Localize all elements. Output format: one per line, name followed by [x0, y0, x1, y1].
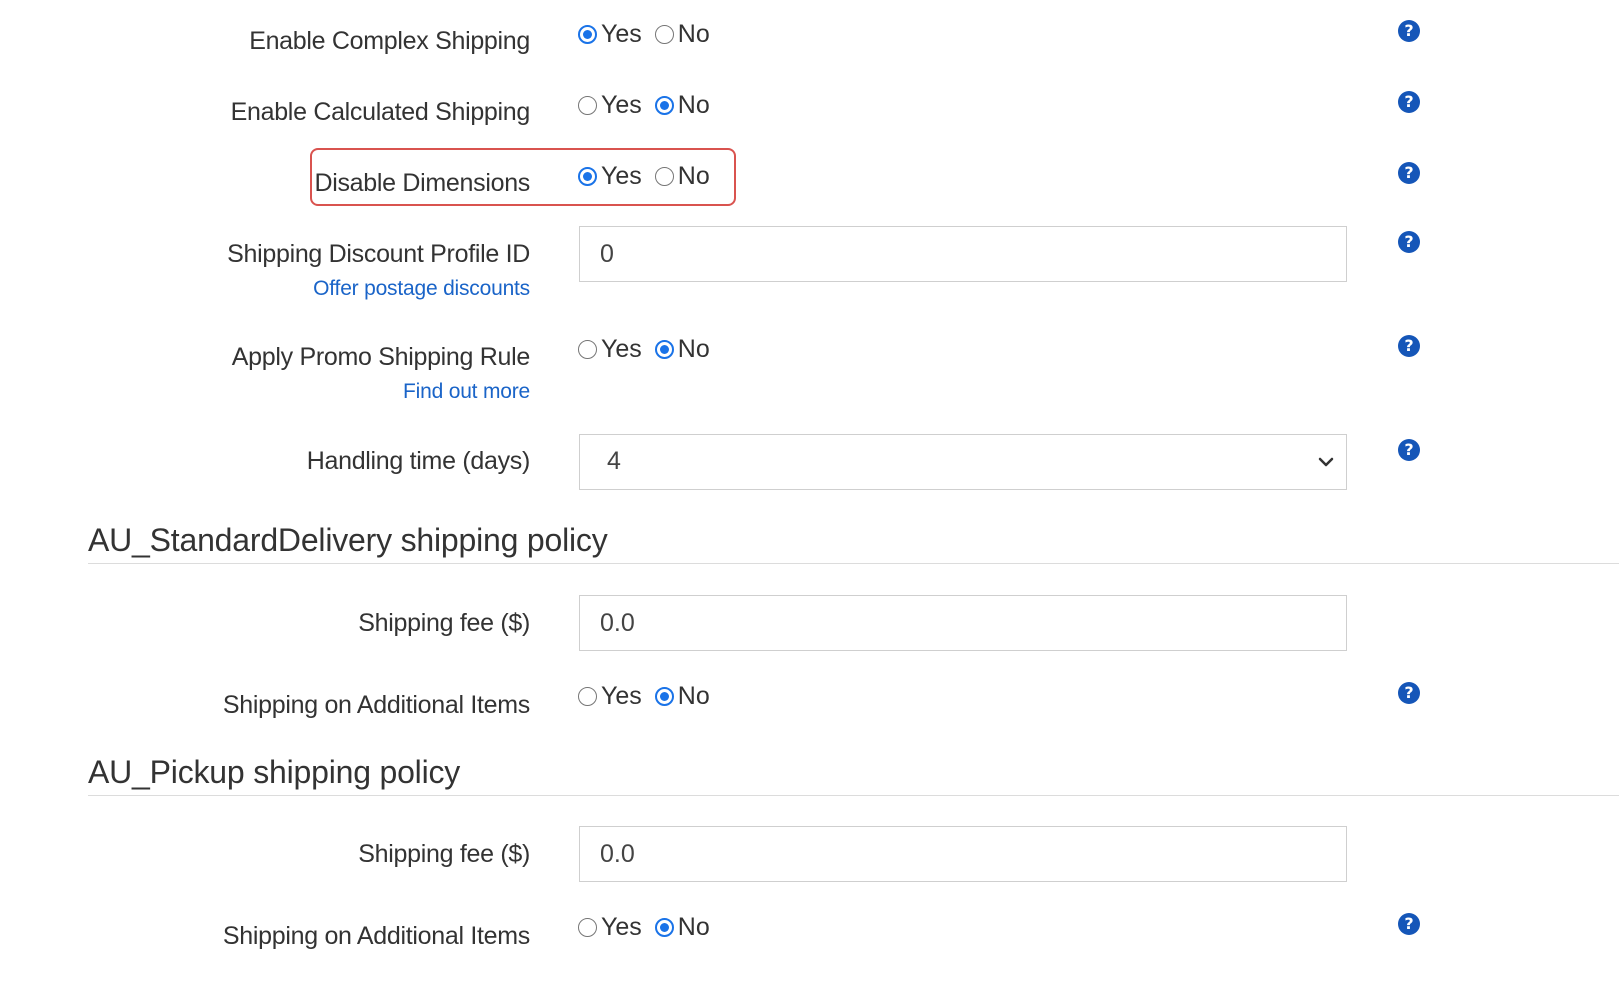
question-circle-icon[interactable]: ? — [1398, 162, 1420, 184]
complex-shipping-no-label: No — [677, 20, 710, 48]
radio-unchecked-icon[interactable] — [578, 687, 597, 706]
standard-delivery-section-title: AU_StandardDelivery shipping policy — [88, 522, 608, 558]
handling-time-value: 4 — [607, 447, 621, 475]
find-out-more-link[interactable]: Find out more — [403, 380, 530, 404]
question-circle-icon[interactable]: ? — [1398, 91, 1420, 113]
promo-rule-yes-label: Yes — [601, 335, 642, 363]
radio-unchecked-icon[interactable] — [654, 167, 674, 186]
standard-additional-no-label: No — [677, 682, 710, 710]
question-circle-icon[interactable]: ? — [1398, 335, 1420, 357]
pickup-additional-no-option[interactable]: No — [654, 913, 710, 942]
standard-shipping-fee-input[interactable] — [579, 595, 1347, 651]
question-circle-icon[interactable]: ? — [1398, 20, 1420, 42]
calculated-shipping-label: Enable Calculated Shipping — [230, 98, 531, 126]
disable-dimensions-no-option[interactable]: No — [654, 162, 710, 191]
standard-additional-items-radio-group: Yes No — [578, 682, 710, 711]
radio-unchecked-icon[interactable] — [578, 96, 597, 115]
radio-checked-icon[interactable] — [578, 25, 597, 44]
disable-dimensions-radio-group: Yes No — [578, 162, 710, 191]
radio-checked-icon[interactable] — [654, 918, 674, 937]
complex-shipping-no-option[interactable]: No — [654, 20, 710, 49]
disable-dimensions-label: Disable Dimensions — [314, 169, 530, 197]
pickup-additional-yes-label: Yes — [601, 913, 642, 941]
promo-rule-yes-option[interactable]: Yes — [578, 335, 642, 364]
question-circle-icon[interactable]: ? — [1398, 439, 1420, 461]
promo-rule-no-label: No — [677, 335, 710, 363]
section-divider — [88, 563, 1619, 564]
complex-shipping-yes-option[interactable]: Yes — [578, 20, 642, 49]
calculated-shipping-yes-label: Yes — [601, 91, 642, 119]
pickup-shipping-fee-label: Shipping fee ($) — [358, 840, 530, 868]
disable-dimensions-no-label: No — [677, 162, 710, 190]
standard-additional-yes-option[interactable]: Yes — [578, 682, 642, 711]
question-circle-icon[interactable]: ? — [1398, 231, 1420, 253]
standard-additional-items-label: Shipping on Additional Items — [222, 691, 530, 719]
complex-shipping-yes-label: Yes — [601, 20, 642, 48]
calculated-shipping-yes-option[interactable]: Yes — [578, 91, 642, 120]
radio-checked-icon[interactable] — [654, 340, 674, 359]
pickup-additional-yes-option[interactable]: Yes — [578, 913, 642, 942]
pickup-additional-items-radio-group: Yes No — [578, 913, 710, 942]
question-circle-icon[interactable]: ? — [1398, 682, 1420, 704]
radio-unchecked-icon[interactable] — [654, 25, 674, 44]
discount-profile-input[interactable] — [579, 226, 1347, 282]
discount-profile-label: Shipping Discount Profile ID — [227, 240, 530, 268]
chevron-down-icon — [1318, 457, 1334, 467]
pickup-additional-no-label: No — [677, 913, 710, 941]
pickup-section-title: AU_Pickup shipping policy — [88, 754, 461, 790]
disable-dimensions-yes-option[interactable]: Yes — [578, 162, 642, 191]
disable-dimensions-yes-label: Yes — [601, 162, 642, 190]
handling-time-label: Handling time (days) — [306, 447, 531, 475]
complex-shipping-radio-group: Yes No — [578, 20, 710, 49]
promo-rule-no-option[interactable]: No — [654, 335, 710, 364]
pickup-shipping-fee-input[interactable] — [579, 826, 1347, 882]
offer-postage-discounts-link[interactable]: Offer postage discounts — [313, 277, 530, 301]
complex-shipping-label: Enable Complex Shipping — [249, 27, 530, 55]
radio-checked-icon[interactable] — [578, 167, 597, 186]
promo-rule-radio-group: Yes No — [578, 335, 710, 364]
promo-rule-label: Apply Promo Shipping Rule — [231, 343, 531, 371]
standard-additional-no-option[interactable]: No — [654, 682, 710, 711]
calculated-shipping-radio-group: Yes No — [578, 91, 710, 120]
calculated-shipping-no-label: No — [677, 91, 710, 119]
question-circle-icon[interactable]: ? — [1398, 913, 1420, 935]
handling-time-select[interactable]: 4 — [579, 434, 1347, 490]
section-divider — [88, 795, 1619, 796]
standard-additional-yes-label: Yes — [601, 682, 642, 710]
calculated-shipping-no-option[interactable]: No — [654, 91, 710, 120]
radio-unchecked-icon[interactable] — [578, 918, 597, 937]
standard-shipping-fee-label: Shipping fee ($) — [358, 609, 530, 637]
radio-unchecked-icon[interactable] — [578, 340, 597, 359]
pickup-additional-items-label: Shipping on Additional Items — [222, 922, 530, 950]
radio-checked-icon[interactable] — [654, 687, 674, 706]
radio-checked-icon[interactable] — [654, 96, 674, 115]
